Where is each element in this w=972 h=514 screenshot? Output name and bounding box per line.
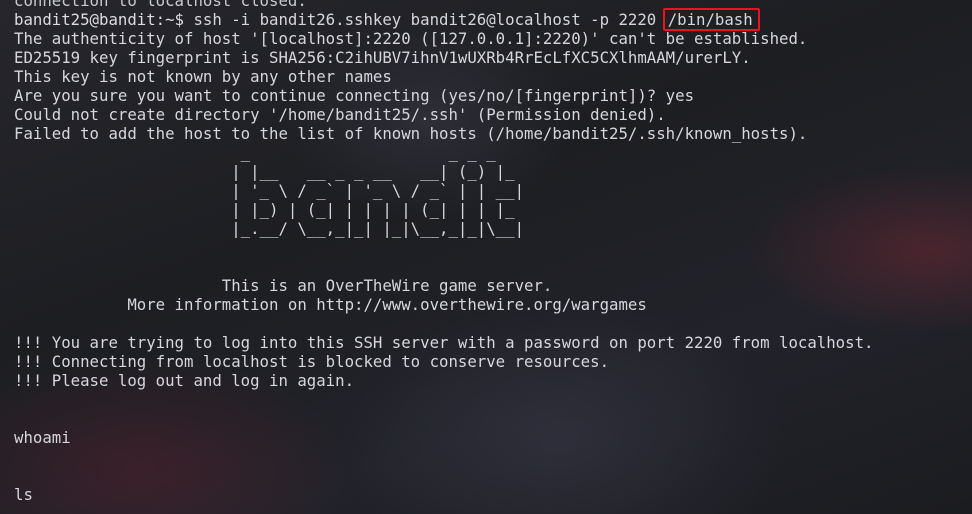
warning-line: !!! You are trying to log into this SSH … <box>14 333 874 352</box>
ascii-banner-line: |_.__/ \__,_|_| |_|\__,_|_|\__| <box>14 219 525 238</box>
warning-line: !!! Connecting from localhost is blocked… <box>14 352 610 371</box>
prompt-command: ssh -i bandit26.sshkey bandit26@localhos… <box>193 10 666 29</box>
terminal-output: connection to localhost closed. bandit25… <box>14 0 873 504</box>
typed-input-line: whoami <box>14 428 71 447</box>
terminal-line: ED25519 key fingerprint is SHA256:C2ihUB… <box>14 48 751 67</box>
highlighted-shell-arg: /bin/bash <box>662 8 760 31</box>
warning-line: !!! Please log out and log in again. <box>14 371 355 390</box>
terminal-line: Could not create directory '/home/bandit… <box>14 105 666 124</box>
prompt-user-host: bandit25@bandit:~$ <box>14 10 194 29</box>
ascii-banner-line: | '_ \ / _` | '_ \ / _` | | __| <box>14 181 525 200</box>
ascii-banner-line: | |_) | (_| | | | | (_| | | |_ <box>14 200 515 219</box>
ascii-banner-line: _ _ _ _ <box>14 143 496 162</box>
terminal-line: The authenticity of host '[localhost]:22… <box>14 29 808 48</box>
typed-input-line: ls <box>14 485 33 504</box>
terminal-line: This is an OverTheWire game server. <box>14 276 553 295</box>
command-prompt-line: bandit25@bandit:~$ ssh -i bandit26.sshke… <box>14 8 873 31</box>
terminal-line: Failed to add the host to the list of kn… <box>14 124 808 143</box>
terminal-line: This key is not known by any other names <box>14 67 392 86</box>
terminal-line: More information on http://www.overthewi… <box>14 295 647 314</box>
terminal-line: Are you sure you want to continue connec… <box>14 86 695 105</box>
ascii-banner-line: | |__ __ _ _ __ __| (_) |_ <box>14 162 515 181</box>
terminal-window[interactable]: connection to localhost closed. bandit25… <box>0 0 972 514</box>
